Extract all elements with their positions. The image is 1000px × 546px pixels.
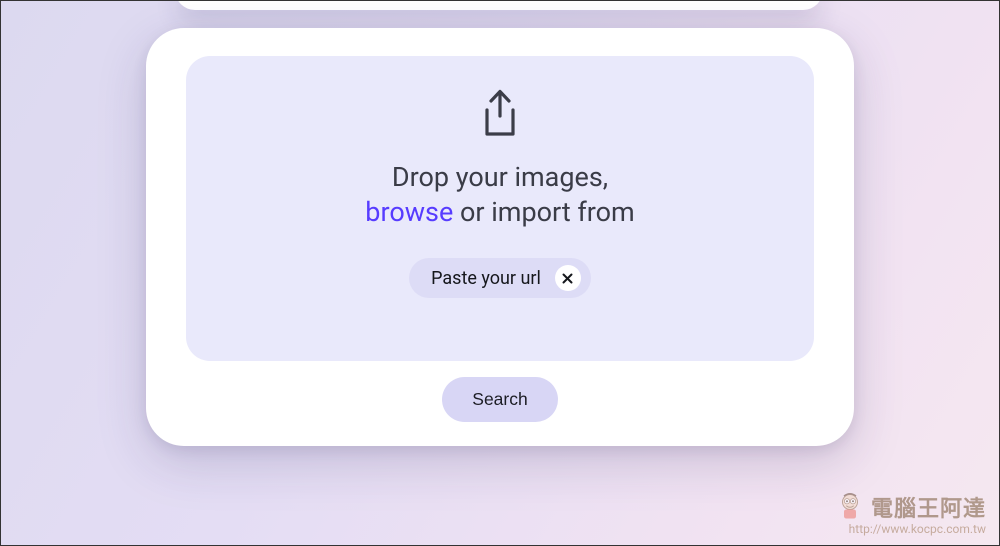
previous-card-bottom-edge [175, 0, 823, 10]
dropzone[interactable]: Drop your images, browse or import from … [186, 56, 814, 361]
dropzone-line2-rest: or import from [453, 196, 634, 228]
mascot-icon [835, 490, 865, 524]
watermark: 電腦王阿達 http://www.kocpc.com.tw [835, 490, 986, 536]
clear-url-button[interactable] [555, 265, 581, 291]
url-input-text: Paste your url [431, 268, 541, 289]
search-button[interactable]: Search [442, 377, 557, 422]
upload-card: Drop your images, browse or import from … [146, 28, 854, 446]
close-icon [561, 272, 574, 285]
dropzone-text: Drop your images, browse or import from [365, 160, 634, 230]
url-input-pill[interactable]: Paste your url [409, 258, 591, 298]
browse-link[interactable]: browse [365, 196, 453, 228]
watermark-url: http://www.kocpc.com.tw [835, 522, 986, 536]
watermark-title: 電腦王阿達 [871, 491, 986, 523]
upload-icon [473, 86, 527, 146]
dropzone-line1: Drop your images, [365, 160, 634, 195]
